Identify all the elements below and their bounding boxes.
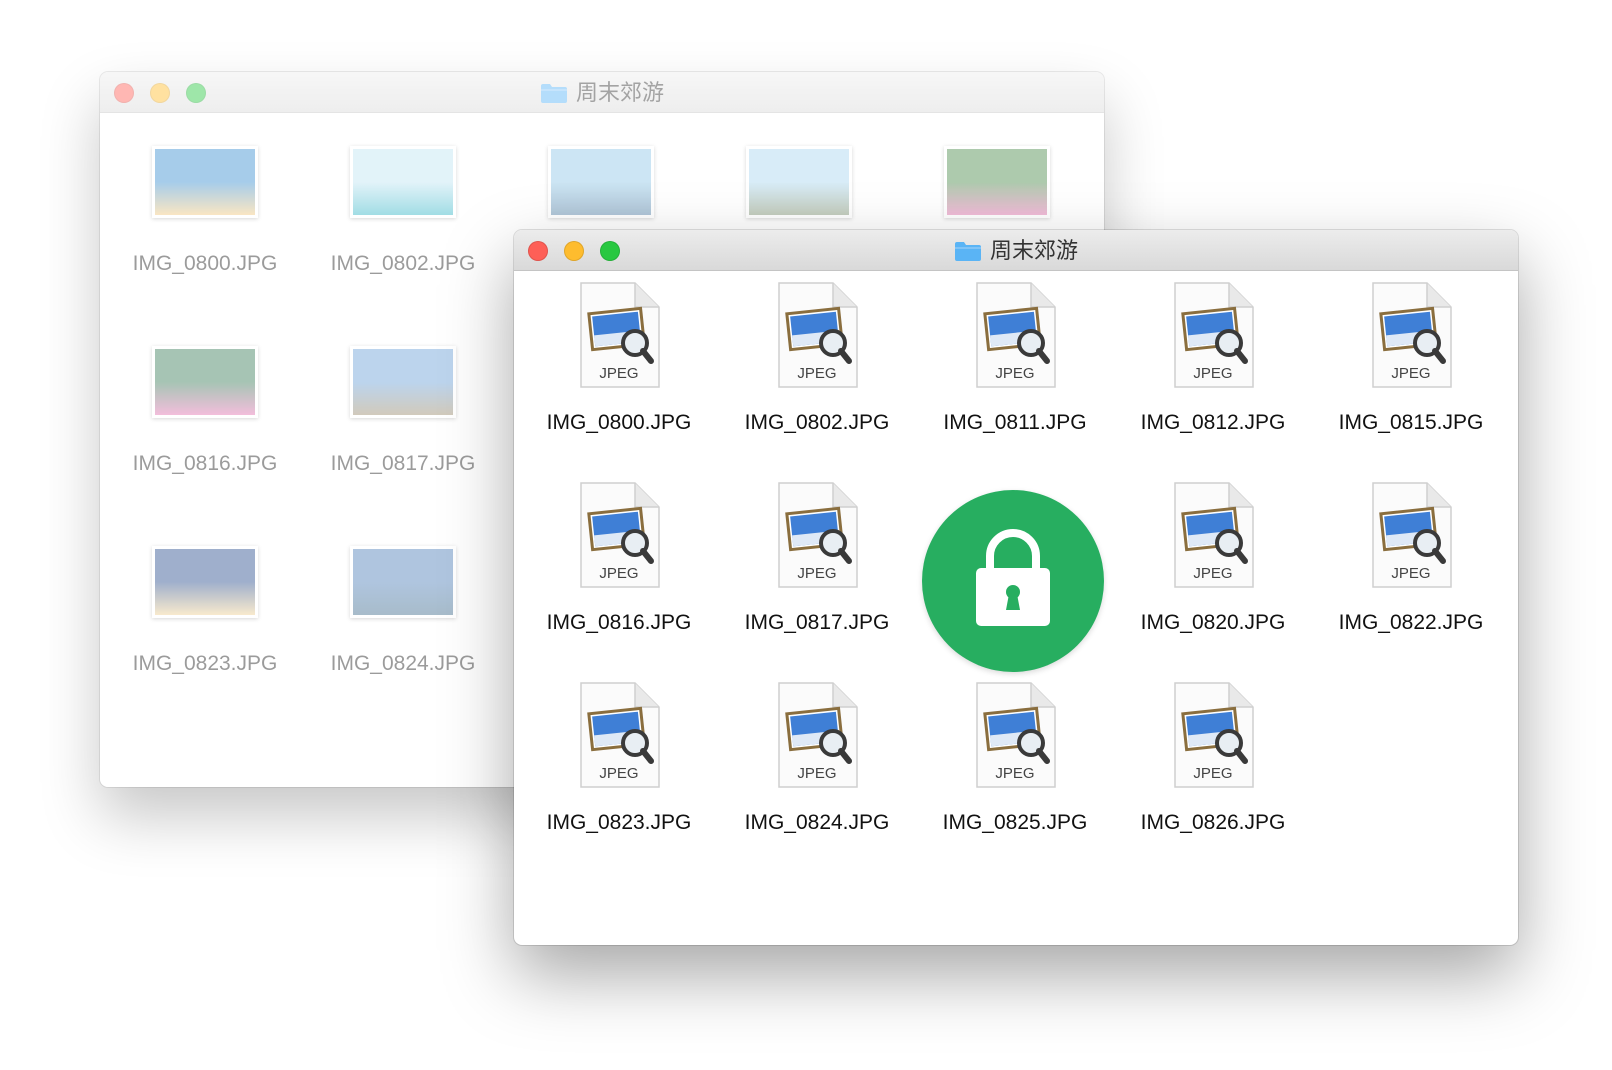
file-type-label: JPEG: [1193, 765, 1233, 782]
photo-thumbnail: [152, 546, 258, 618]
file-item[interactable]: JPEG IMG_0820.JPG: [1118, 481, 1308, 635]
file-type-label: JPEG: [995, 765, 1035, 782]
file-type-label: JPEG: [797, 765, 837, 782]
lock-icon: [976, 529, 1050, 626]
photo-filename: IMG_0816.JPG: [132, 452, 278, 475]
file-type-label: JPEG: [599, 765, 639, 782]
file-name: IMG_0802.JPG: [744, 411, 890, 434]
jpeg-file-icon: JPEG: [973, 281, 1057, 389]
photo-item[interactable]: IMG_0816.JPG: [110, 346, 300, 476]
file-item[interactable]: JPEG IMG_0817.JPG: [722, 481, 912, 635]
photo-item[interactable]: [506, 146, 696, 218]
jpeg-file-icon: JPEG: [1171, 681, 1255, 789]
jpeg-file-icon: JPEG: [775, 681, 859, 789]
file-type-label: JPEG: [1193, 565, 1233, 582]
folder-icon: [540, 84, 567, 104]
file-name: IMG_0826.JPG: [1140, 811, 1286, 834]
photo-thumbnail: [350, 546, 456, 618]
jpeg-file-icon: JPEG: [1171, 481, 1255, 589]
jpeg-file-icon: JPEG: [577, 281, 661, 389]
file-item[interactable]: JPEG IMG_0800.JPG: [524, 281, 714, 435]
file-name: IMG_0816.JPG: [546, 611, 692, 634]
photo-item[interactable]: IMG_0802.JPG: [308, 146, 498, 276]
photo-thumbnail: [548, 146, 654, 218]
file-type-label: JPEG: [1391, 565, 1431, 582]
file-type-label: JPEG: [797, 565, 837, 582]
file-type-label: JPEG: [599, 365, 639, 382]
jpeg-file-icon: JPEG: [577, 681, 661, 789]
photo-item[interactable]: IMG_0823.JPG: [110, 546, 300, 676]
file-name: IMG_0812.JPG: [1140, 411, 1286, 434]
window-title: 周末郊游: [100, 78, 1104, 107]
file-name: IMG_0820.JPG: [1140, 611, 1286, 634]
photo-thumbnail: [350, 146, 456, 218]
photo-item[interactable]: [902, 146, 1092, 218]
photo-filename: IMG_0824.JPG: [330, 652, 476, 675]
photo-item[interactable]: [704, 146, 894, 218]
jpeg-file-icon: JPEG: [775, 281, 859, 389]
jpeg-file-icon: JPEG: [1369, 481, 1453, 589]
jpeg-file-icon: JPEG: [577, 481, 661, 589]
file-item[interactable]: JPEG IMG_0802.JPG: [722, 281, 912, 435]
file-item[interactable]: JPEG IMG_0815.JPG: [1316, 281, 1506, 435]
jpeg-file-icon: JPEG: [973, 681, 1057, 789]
photo-item[interactable]: IMG_0800.JPG: [110, 146, 300, 276]
window-title-text: 周末郊游: [989, 238, 1078, 264]
file-item[interactable]: JPEG IMG_0826.JPG: [1118, 681, 1308, 835]
photo-item[interactable]: IMG_0824.JPG: [308, 546, 498, 676]
file-grid: JPEG IMG_0826.JPG JPEG IMG_0825.JPG JPEG IMG_…: [514, 271, 1518, 945]
file-type-label: JPEG: [995, 365, 1035, 382]
photo-filename: IMG_0817.JPG: [330, 452, 476, 475]
window-title: 周末郊游: [514, 236, 1518, 265]
folder-icon: [954, 242, 981, 262]
file-type-label: JPEG: [1193, 365, 1233, 382]
file-name: IMG_0824.JPG: [744, 811, 890, 834]
file-name: IMG_0800.JPG: [546, 411, 692, 434]
file-type-label: JPEG: [1391, 365, 1431, 382]
file-name: IMG_0811.JPG: [943, 411, 1087, 434]
lock-badge[interactable]: [922, 490, 1104, 672]
file-item[interactable]: JPEG IMG_0811.JPG: [920, 281, 1110, 435]
file-name: IMG_0822.JPG: [1338, 611, 1484, 634]
photo-item[interactable]: IMG_0817.JPG: [308, 346, 498, 476]
file-item[interactable]: JPEG IMG_0816.JPG: [524, 481, 714, 635]
front-finder-window[interactable]: 周末郊游 JPEG IMG_0826.JPG JPEG IMG_0825.JPG JPE…: [514, 230, 1518, 945]
file-item[interactable]: JPEG IMG_0812.JPG: [1118, 281, 1308, 435]
file-name: IMG_0817.JPG: [744, 611, 890, 634]
photo-filename: IMG_0823.JPG: [132, 652, 278, 675]
jpeg-file-icon: JPEG: [775, 481, 859, 589]
jpeg-file-icon: JPEG: [1171, 281, 1255, 389]
file-name: IMG_0825.JPG: [942, 811, 1088, 834]
photo-filename: IMG_0800.JPG: [132, 252, 278, 275]
file-type-label: JPEG: [599, 565, 639, 582]
file-name: IMG_0823.JPG: [546, 811, 692, 834]
file-item[interactable]: JPEG IMG_0825.JPG: [920, 681, 1110, 835]
photo-thumbnail: [152, 346, 258, 418]
photo-thumbnail: [746, 146, 852, 218]
photo-filename: IMG_0802.JPG: [330, 252, 476, 275]
file-item[interactable]: JPEG IMG_0824.JPG: [722, 681, 912, 835]
photo-thumbnail: [944, 146, 1050, 218]
file-name: IMG_0815.JPG: [1338, 411, 1484, 434]
file-item[interactable]: JPEG IMG_0822.JPG: [1316, 481, 1506, 635]
title-bar[interactable]: 周末郊游: [514, 230, 1518, 271]
jpeg-file-icon: JPEG: [1369, 281, 1453, 389]
file-type-label: JPEG: [797, 365, 837, 382]
photo-thumbnail: [152, 146, 258, 218]
file-item[interactable]: JPEG IMG_0823.JPG: [524, 681, 714, 835]
window-title-text: 周末郊游: [575, 80, 664, 106]
photo-thumbnail: [350, 346, 456, 418]
title-bar[interactable]: 周末郊游: [100, 72, 1104, 113]
